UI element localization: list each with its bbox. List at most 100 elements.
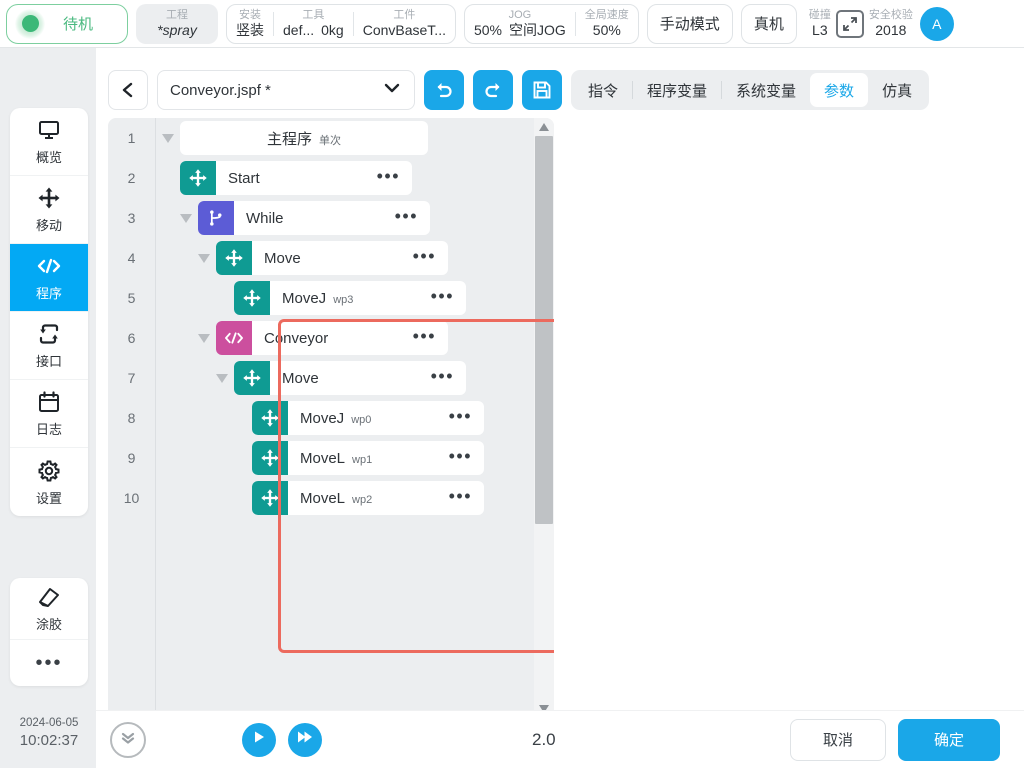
tab-instructions[interactable]: 指令 — [574, 73, 632, 107]
manual-mode-button[interactable]: 手动模式 — [646, 3, 733, 44]
program-node[interactable]: MoveL wp1 ••• — [252, 441, 484, 475]
collapse-panel-button[interactable] — [110, 721, 146, 758]
program-node[interactable]: MoveJ wp3 ••• — [234, 281, 466, 315]
jog-cell[interactable]: JOG 50% 空间JOG — [465, 5, 575, 43]
node-context-menu-button[interactable]: ••• — [419, 367, 466, 387]
safety-check-cell[interactable]: 安全校验 2018 — [869, 9, 913, 39]
tool-value: def... — [283, 21, 315, 38]
global-speed-cell[interactable]: 全局速度 50% — [576, 5, 638, 43]
program-node[interactable]: MoveL wp2 ••• — [252, 481, 484, 515]
node-context-menu-button[interactable]: ••• — [437, 406, 484, 427]
node-label: MoveL — [300, 489, 346, 507]
tab-parameters[interactable]: 参数 — [810, 73, 869, 107]
sidebar-item-interface[interactable]: 接口 — [10, 312, 88, 380]
expand-collapse-caret[interactable] — [192, 331, 216, 345]
calendar-icon — [37, 389, 61, 415]
node-text: While — [234, 210, 383, 227]
node-context-menu-button[interactable]: ••• — [365, 167, 412, 187]
sidebar-item-settings[interactable]: 设置 — [10, 448, 88, 516]
cancel-button[interactable]: 取消 — [790, 718, 886, 761]
program-node[interactable]: MoveJ wp0 ••• — [252, 401, 484, 435]
program-row[interactable]: MoveL wp1 ••• — [156, 438, 534, 478]
expand-icon[interactable] — [835, 9, 864, 38]
sidebar-more-button[interactable]: ••• — [10, 640, 88, 686]
real-machine-button[interactable]: 真机 — [740, 3, 797, 44]
more-horizontal-icon: ••• — [448, 406, 472, 426]
redo-button[interactable] — [473, 70, 513, 110]
program-node[interactable]: While ••• — [198, 201, 430, 235]
line-number: 10 — [123, 490, 140, 506]
avatar[interactable]: A — [919, 6, 954, 41]
node-context-menu-button[interactable]: ••• — [383, 207, 430, 227]
move-arrows-icon — [180, 161, 216, 195]
expand-collapse-caret[interactable] — [174, 211, 198, 225]
workpiece-cell[interactable]: 工件 ConvBaseT... — [354, 5, 455, 43]
chevron-double-down-icon — [118, 727, 138, 752]
node-text: MoveL wp1 — [288, 450, 437, 467]
project-selector[interactable]: 工程 *spray — [136, 3, 218, 44]
safety-group: 碰撞 L3 安全校验 2018 A — [805, 6, 954, 41]
expand-collapse-caret[interactable] — [210, 371, 234, 385]
footer-actions: 取消 确定 — [790, 718, 1000, 761]
program-node[interactable]: Start ••• — [180, 161, 412, 195]
program-node[interactable]: Move ••• — [234, 361, 466, 395]
expand-collapse-caret[interactable] — [192, 251, 216, 265]
node-context-menu-button[interactable]: ••• — [437, 447, 484, 467]
move-arrows-icon — [216, 241, 252, 275]
back-button[interactable] — [108, 70, 148, 110]
program-node[interactable]: 主程序 单次 — [180, 121, 428, 155]
tab-program-variables[interactable]: 程序变量 — [633, 73, 721, 107]
save-button[interactable] — [522, 70, 562, 110]
robot-status-indicator[interactable]: 待机 — [6, 3, 128, 44]
tool-cell[interactable]: 工具 def... 0kg — [274, 5, 353, 43]
line-number: 1 — [127, 130, 136, 146]
safety-check-label: 安全校验 — [868, 8, 913, 21]
program-row[interactable]: MoveL wp2 ••• — [156, 478, 534, 518]
node-context-menu-button[interactable]: ••• — [401, 327, 448, 347]
play-button[interactable] — [242, 722, 276, 757]
collision-label: 碰撞 — [808, 8, 831, 21]
mount-cell[interactable]: 安装 竖装 — [227, 5, 273, 43]
jog-percent: 50% — [473, 21, 503, 38]
sidebar-item-overview[interactable]: 概览 — [10, 108, 88, 176]
scroll-up-arrow[interactable] — [534, 118, 554, 136]
program-row[interactable]: MoveJ wp0 ••• — [156, 398, 534, 438]
tool-payload: 0kg — [321, 21, 344, 38]
node-context-menu-button[interactable]: ••• — [419, 287, 466, 307]
expand-collapse-caret[interactable] — [156, 131, 180, 145]
program-row[interactable]: While ••• — [156, 198, 534, 238]
line-number: 4 — [127, 250, 136, 266]
program-row[interactable]: Move ••• — [156, 238, 534, 278]
file-selector-dropdown[interactable]: Conveyor.jspf * — [157, 70, 415, 110]
sidebar-item-move[interactable]: 移动 — [10, 176, 88, 244]
clock-date: 2024-06-05 — [19, 717, 79, 729]
program-row[interactable]: 主程序 单次 — [156, 118, 534, 158]
program-row[interactable]: Conveyor ••• — [156, 318, 534, 358]
node-label: 主程序 — [266, 130, 312, 148]
program-row[interactable]: Start ••• — [156, 158, 534, 198]
sidebar-item-label: 移动 — [35, 218, 62, 233]
undo-button[interactable] — [424, 70, 464, 110]
line-number: 8 — [127, 410, 136, 426]
sidebar-item-program[interactable]: 程序 — [10, 244, 88, 312]
vertical-scrollbar-thumb[interactable] — [535, 136, 553, 524]
move-arrows-icon — [37, 185, 61, 211]
program-row[interactable]: MoveJ wp3 ••• — [156, 278, 534, 318]
node-sublabel: 单次 — [319, 134, 341, 147]
node-context-menu-button[interactable]: ••• — [401, 247, 448, 267]
node-context-menu-button[interactable]: ••• — [437, 487, 484, 507]
node-text: Start — [216, 170, 365, 187]
play-icon — [250, 728, 268, 751]
sync-arrows-icon — [37, 321, 61, 347]
confirm-button[interactable]: 确定 — [898, 718, 1000, 761]
program-node[interactable]: Move ••• — [216, 241, 448, 275]
step-forward-button[interactable] — [288, 722, 322, 757]
collision-cell[interactable]: 碰撞 L3 — [809, 9, 831, 39]
sidebar-item-glue[interactable]: 涂胶 — [10, 578, 88, 640]
tab-system-variables[interactable]: 系统变量 — [722, 73, 810, 107]
sidebar-item-log[interactable]: 日志 — [10, 380, 88, 448]
tab-simulation[interactable]: 仿真 — [868, 73, 926, 107]
program-node[interactable]: Conveyor ••• — [216, 321, 448, 355]
vertical-scrollbar[interactable] — [534, 118, 554, 718]
program-row[interactable]: Move ••• — [156, 358, 534, 398]
